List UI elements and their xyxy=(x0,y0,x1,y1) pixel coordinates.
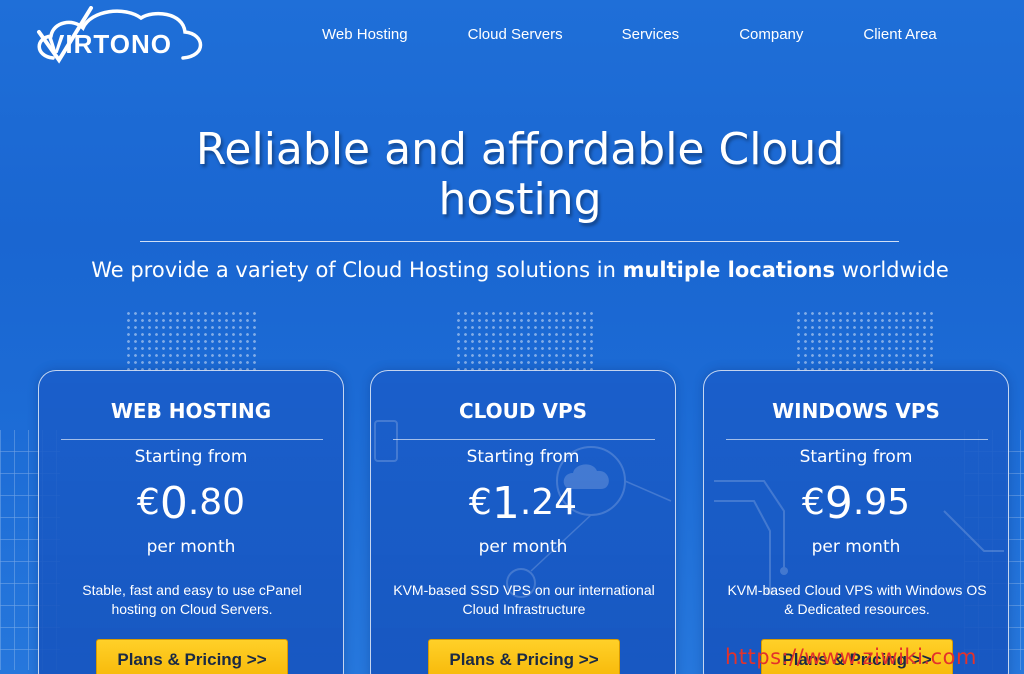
hero-subtitle-prefix: We provide a variety of Cloud Hosting so… xyxy=(91,258,623,282)
plan-divider xyxy=(393,439,655,440)
plan-period: per month xyxy=(478,537,568,557)
price-currency: € xyxy=(136,482,160,523)
watermark-url: https://www.ziwiki.com xyxy=(725,645,977,669)
brand-logo[interactable]: VIRTONO xyxy=(33,6,208,64)
brand-name: VIRTONO xyxy=(47,29,172,59)
plan-starting-label: Starting from xyxy=(799,447,913,467)
main-nav: Web Hosting Cloud Servers Services Compa… xyxy=(322,26,937,43)
plan-description: KVM-based Cloud VPS with Windows OS & De… xyxy=(727,582,987,617)
plan-card-windows-vps: WINDOWS VPS Starting from €9.95 per mont… xyxy=(703,370,1009,674)
price-currency: € xyxy=(801,482,825,523)
hero-subtitle-bold: multiple locations xyxy=(622,258,836,282)
nav-services[interactable]: Services xyxy=(622,26,680,43)
hero-subtitle: We provide a variety of Cloud Hosting so… xyxy=(40,258,1000,282)
plans-pricing-button[interactable]: Plans & Pricing >> xyxy=(428,639,620,674)
world-map-dots-center xyxy=(455,310,595,375)
price-currency: € xyxy=(468,482,492,523)
plan-price: €9.95 xyxy=(704,475,1008,529)
hero-divider xyxy=(140,241,899,242)
plan-title: WINDOWS VPS xyxy=(772,399,940,423)
plan-divider xyxy=(726,439,988,440)
nav-cloud-servers[interactable]: Cloud Servers xyxy=(468,26,563,43)
price-integer: 1 xyxy=(491,478,520,529)
price-decimal: .80 xyxy=(187,482,246,523)
plan-divider xyxy=(61,439,323,440)
price-decimal: .24 xyxy=(519,482,578,523)
plan-period: per month xyxy=(811,537,901,557)
plan-card-web-hosting: WEB HOSTING Starting from €0.80 per mont… xyxy=(38,370,344,674)
price-integer: 0 xyxy=(159,478,188,529)
page: VIRTONO Web Hosting Cloud Servers Servic… xyxy=(0,0,1024,674)
plan-price: €0.80 xyxy=(39,475,343,529)
plan-starting-label: Starting from xyxy=(466,447,580,467)
plan-price: €1.24 xyxy=(371,475,675,529)
price-decimal: .95 xyxy=(852,482,911,523)
hero-title: Reliable and affordable Cloud hosting xyxy=(195,124,845,225)
price-integer: 9 xyxy=(824,478,853,529)
hero-subtitle-suffix: worldwide xyxy=(835,258,949,282)
world-map-dots-left xyxy=(125,310,260,375)
plan-description: KVM-based SSD VPS on our international C… xyxy=(393,582,655,617)
header: VIRTONO Web Hosting Cloud Servers Servic… xyxy=(0,0,1024,80)
plan-title: CLOUD VPS xyxy=(458,399,588,423)
nav-company[interactable]: Company xyxy=(739,26,803,43)
plan-title: WEB HOSTING xyxy=(110,399,272,423)
plan-card-cloud-vps: CLOUD VPS Starting from €1.24 per month … xyxy=(370,370,676,674)
nav-client-area[interactable]: Client Area xyxy=(863,26,936,43)
world-map-dots-right xyxy=(795,310,935,375)
plan-description: Stable, fast and easy to use cPanel host… xyxy=(82,582,302,617)
nav-web-hosting[interactable]: Web Hosting xyxy=(322,26,408,43)
plan-period: per month xyxy=(146,537,236,557)
plan-starting-label: Starting from xyxy=(134,447,248,467)
plans-pricing-button[interactable]: Plans & Pricing >> xyxy=(96,639,288,674)
